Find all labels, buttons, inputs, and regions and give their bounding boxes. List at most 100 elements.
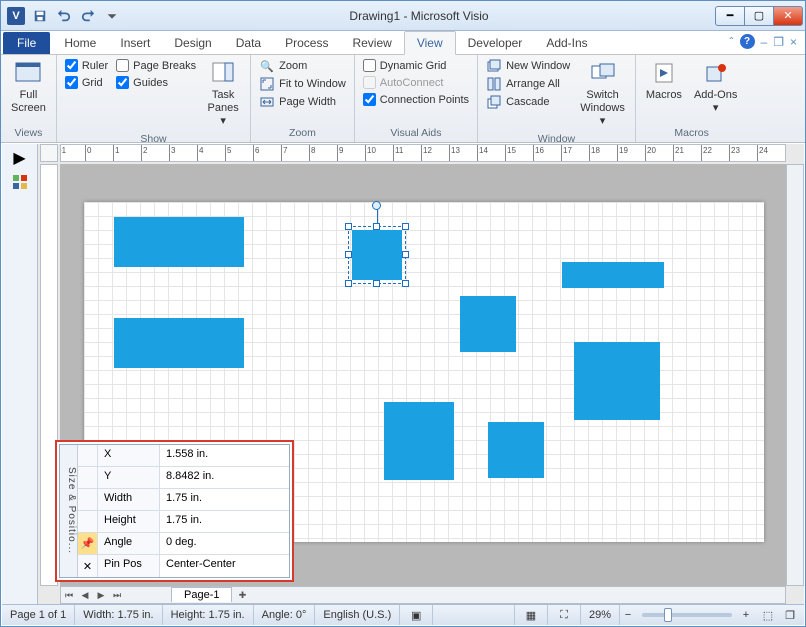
- redo-button[interactable]: [77, 5, 99, 27]
- task-panes-button[interactable]: Task Panes▾: [202, 57, 244, 131]
- expand-shapes-button[interactable]: ▶: [8, 148, 32, 168]
- mdi-minimize-button[interactable]: –: [761, 35, 768, 49]
- next-page-button[interactable]: ▶: [93, 587, 109, 603]
- cascade-button[interactable]: Cascade: [484, 93, 572, 111]
- resize-handle-ne[interactable]: [402, 223, 409, 230]
- save-button[interactable]: [29, 5, 51, 27]
- switch-window-button[interactable]: ❐: [782, 607, 798, 623]
- zoom-in-button[interactable]: +: [738, 607, 754, 623]
- sp-row-height[interactable]: Height1.75 in.: [78, 511, 289, 533]
- last-page-button[interactable]: ⏭: [109, 587, 125, 603]
- ribbon-help-area: ˆ ? – ❐ ×: [730, 34, 797, 49]
- tab-data[interactable]: Data: [224, 32, 273, 54]
- file-tab[interactable]: File: [3, 32, 50, 54]
- sp-row-width[interactable]: Width1.75 in.: [78, 489, 289, 511]
- undo-button[interactable]: [53, 5, 75, 27]
- tab-developer[interactable]: Developer: [456, 32, 535, 54]
- task-panes-icon: [209, 59, 237, 87]
- window-title: Drawing1 - Microsoft Visio: [123, 9, 715, 23]
- size-position-title: Size & Positio...: [60, 445, 78, 577]
- shape-rect[interactable]: [488, 422, 544, 478]
- tab-process[interactable]: Process: [273, 32, 340, 54]
- page-tab[interactable]: Page-1: [171, 587, 232, 602]
- resize-handle-nw[interactable]: [345, 223, 352, 230]
- qat-customize-button[interactable]: [101, 5, 123, 27]
- autoconnect-checkbox[interactable]: AutoConnect: [361, 74, 471, 91]
- full-icon: ⛶: [556, 607, 572, 623]
- shape-rect[interactable]: [574, 342, 660, 420]
- tab-design[interactable]: Design: [162, 32, 223, 54]
- zoom-button[interactable]: 🔍Zoom: [257, 57, 348, 75]
- zoom-level[interactable]: 29%: [581, 605, 620, 625]
- macros-button[interactable]: Macros: [642, 57, 686, 104]
- sp-row-y[interactable]: Y8.8482 in.: [78, 467, 289, 489]
- addons-button[interactable]: Add-Ons▾: [690, 57, 741, 117]
- resize-handle-w[interactable]: [345, 251, 352, 258]
- rotation-handle[interactable]: [372, 201, 381, 210]
- mdi-restore-button[interactable]: ❐: [773, 35, 784, 49]
- tab-insert[interactable]: Insert: [108, 32, 162, 54]
- shape-rect[interactable]: [384, 402, 454, 480]
- close-icon[interactable]: ✕: [78, 555, 98, 577]
- resize-handle-s[interactable]: [373, 280, 380, 287]
- shapes-pane-icon[interactable]: [8, 172, 32, 192]
- sp-row-pinpos[interactable]: ✕Pin PosCenter-Center: [78, 555, 289, 577]
- resize-handle-se[interactable]: [402, 280, 409, 287]
- macro-record-button[interactable]: ▣: [400, 605, 433, 625]
- group-label-zoom: Zoom: [257, 125, 348, 142]
- status-height: Height: 1.75 in.: [163, 605, 254, 625]
- full-screen-button[interactable]: Full Screen: [7, 57, 50, 117]
- grid-checkbox[interactable]: Grid: [63, 74, 110, 91]
- group-label-views: Views: [7, 125, 50, 142]
- switch-windows-button[interactable]: Switch Windows▾: [576, 57, 629, 131]
- addons-icon: [702, 59, 730, 87]
- ruler-checkbox[interactable]: Ruler: [63, 57, 110, 74]
- guides-checkbox[interactable]: Guides: [114, 74, 198, 91]
- shape-rect[interactable]: [460, 296, 516, 352]
- sp-row-angle[interactable]: 📌Angle0 deg.: [78, 533, 289, 555]
- sp-row-x[interactable]: X1.558 in.: [78, 445, 289, 467]
- resize-handle-n[interactable]: [373, 223, 380, 230]
- record-icon: ▣: [408, 607, 424, 623]
- prev-page-button[interactable]: ◀: [77, 587, 93, 603]
- cascade-icon: [486, 94, 502, 110]
- tab-view[interactable]: View: [404, 31, 456, 55]
- first-page-button[interactable]: ⏮: [61, 587, 77, 603]
- pin-icon[interactable]: 📌: [78, 533, 98, 554]
- zoom-slider[interactable]: [642, 613, 732, 617]
- horizontal-ruler[interactable]: -2-1012345678910111213141516171819202122…: [60, 144, 786, 162]
- resize-handle-sw[interactable]: [345, 280, 352, 287]
- shape-rect[interactable]: [114, 217, 244, 267]
- minimize-ribbon-button[interactable]: ˆ: [730, 35, 734, 49]
- view-full-button[interactable]: ⛶: [548, 605, 581, 625]
- close-button[interactable]: ✕: [773, 6, 803, 26]
- edit-area: ▶ -2-10123456789101112131415161718192021…: [2, 144, 804, 604]
- page-breaks-checkbox[interactable]: Page Breaks: [114, 57, 198, 74]
- zoom-out-button[interactable]: −: [620, 607, 636, 623]
- status-language[interactable]: English (U.S.): [315, 605, 400, 625]
- connection-points-checkbox[interactable]: Connection Points: [361, 91, 471, 108]
- shape-rect[interactable]: [562, 262, 664, 288]
- shape-rect[interactable]: [114, 318, 244, 368]
- macros-icon: [650, 59, 678, 87]
- dynamic-grid-checkbox[interactable]: Dynamic Grid: [361, 57, 471, 74]
- tab-review[interactable]: Review: [340, 32, 403, 54]
- fit-page-button[interactable]: ⬚: [760, 607, 776, 623]
- arrange-all-button[interactable]: Arrange All: [484, 75, 572, 93]
- zoom-thumb[interactable]: [664, 608, 672, 622]
- vertical-scrollbar[interactable]: [786, 164, 804, 586]
- ribbon: Full Screen Views Ruler Grid Page Breaks…: [1, 55, 805, 143]
- size-position-window[interactable]: Size & Positio... X1.558 in. Y8.8482 in.…: [55, 440, 294, 582]
- new-window-button[interactable]: New Window: [484, 57, 572, 75]
- mdi-close-button[interactable]: ×: [790, 35, 797, 49]
- help-button[interactable]: ?: [740, 34, 755, 49]
- tab-addins[interactable]: Add-Ins: [534, 32, 599, 54]
- tab-home[interactable]: Home: [52, 32, 108, 54]
- new-page-button[interactable]: ✚: [234, 587, 250, 603]
- fit-window-button[interactable]: Fit to Window: [257, 75, 348, 93]
- page-width-button[interactable]: Page Width: [257, 93, 348, 111]
- view-normal-button[interactable]: ▦: [514, 605, 548, 625]
- resize-handle-e[interactable]: [402, 251, 409, 258]
- maximize-button[interactable]: ▢: [744, 6, 774, 26]
- minimize-button[interactable]: ━: [715, 6, 745, 26]
